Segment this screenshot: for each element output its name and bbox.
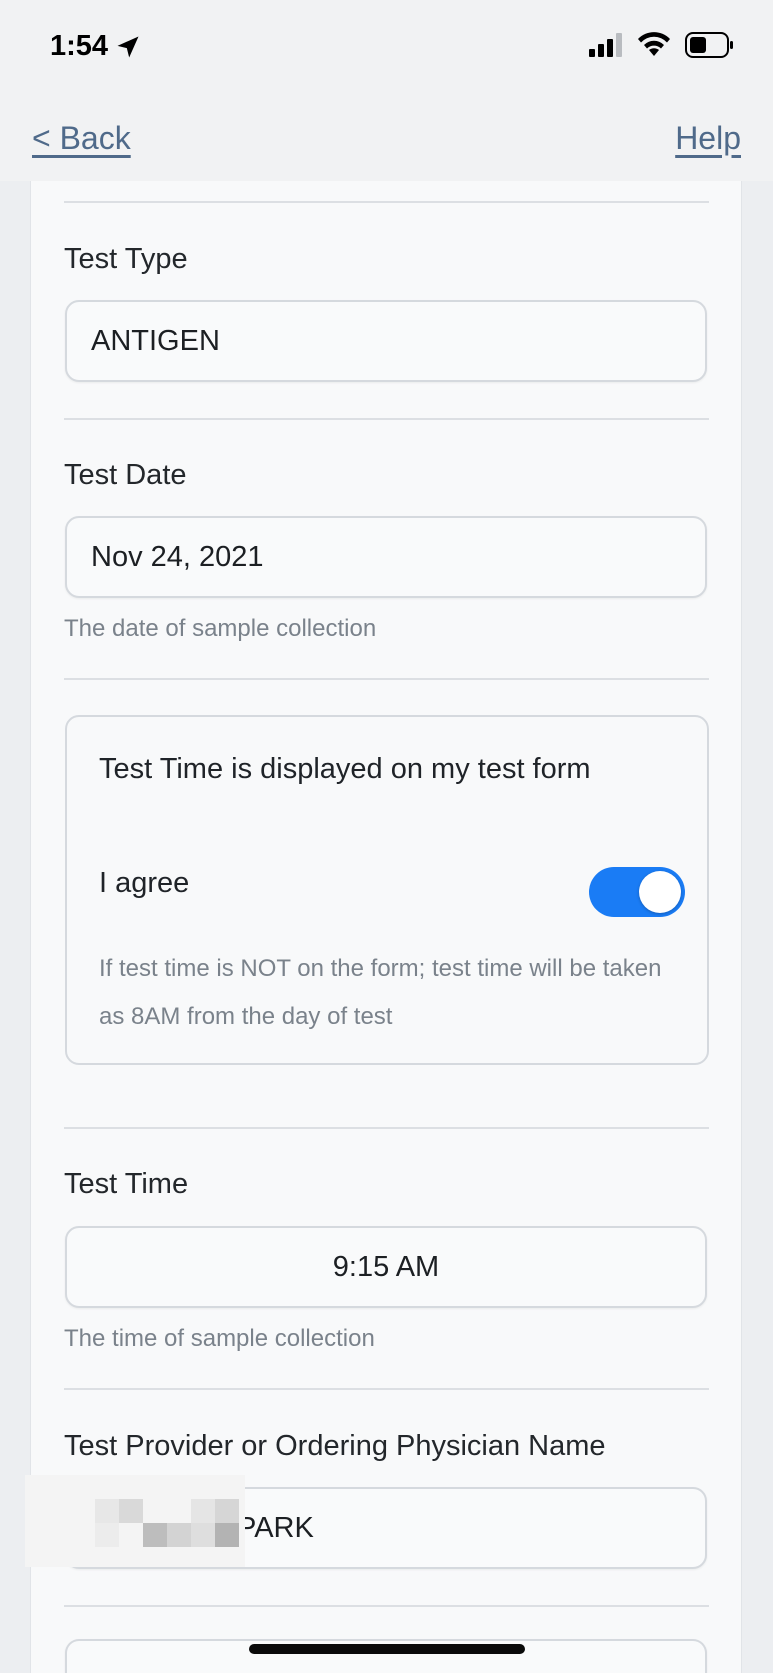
test-date-value: Nov 24, 2021 — [91, 540, 264, 573]
divider — [64, 418, 709, 420]
consent-note: If test time is NOT on the form; test ti… — [99, 955, 662, 1030]
test-time-label: Test Time — [64, 1168, 189, 1200]
test-time-value: 9:15 AM — [332, 1250, 440, 1283]
status-time: 1:54 — [50, 30, 142, 63]
clock-text: 1:54 — [50, 30, 109, 62]
provider-value: PARK — [237, 1511, 314, 1544]
test-type-field[interactable]: ANTIGEN — [65, 300, 707, 382]
screen: 1:54 < Back Help Test Type ANTIGEN Test … — [0, 0, 773, 1673]
divider — [64, 1127, 709, 1129]
cellular-signal-icon — [589, 33, 622, 57]
test-date-hint: The date of sample collection — [64, 615, 377, 642]
form-content: Test Type ANTIGEN Test Date Nov 24, 2021… — [25, 181, 742, 1673]
agree-label: I agree — [99, 867, 190, 899]
location-arrow-icon — [117, 36, 139, 57]
divider — [64, 201, 709, 203]
divider — [64, 1605, 709, 1607]
test-date-field[interactable]: Nov 24, 2021 — [65, 516, 707, 598]
test-time-consent-card: Test Time is displayed on my test form I… — [65, 715, 709, 1065]
battery-icon — [685, 32, 733, 58]
divider — [64, 1388, 709, 1390]
toggle-knob — [639, 871, 681, 913]
test-type-label: Test Type — [64, 243, 188, 275]
test-date-label: Test Date — [64, 459, 187, 491]
home-indicator — [249, 1644, 525, 1654]
status-icons — [589, 32, 735, 58]
test-time-field[interactable]: 9:15 AM — [65, 1226, 707, 1308]
consent-title: Test Time is displayed on my test form — [99, 753, 591, 785]
provider-label: Test Provider or Ordering Physician Name — [64, 1430, 606, 1462]
test-time-hint: The time of sample collection — [64, 1325, 375, 1352]
wifi-icon — [638, 32, 670, 56]
nav-bar: < Back Help — [0, 100, 773, 181]
agree-toggle[interactable] — [589, 867, 685, 917]
test-type-value: ANTIGEN — [91, 324, 220, 357]
redacted-text — [25, 1475, 245, 1567]
back-link[interactable]: < Back — [32, 120, 131, 157]
help-link[interactable]: Help — [675, 120, 741, 157]
status-bar: 1:54 — [0, 0, 773, 100]
divider — [64, 678, 709, 680]
